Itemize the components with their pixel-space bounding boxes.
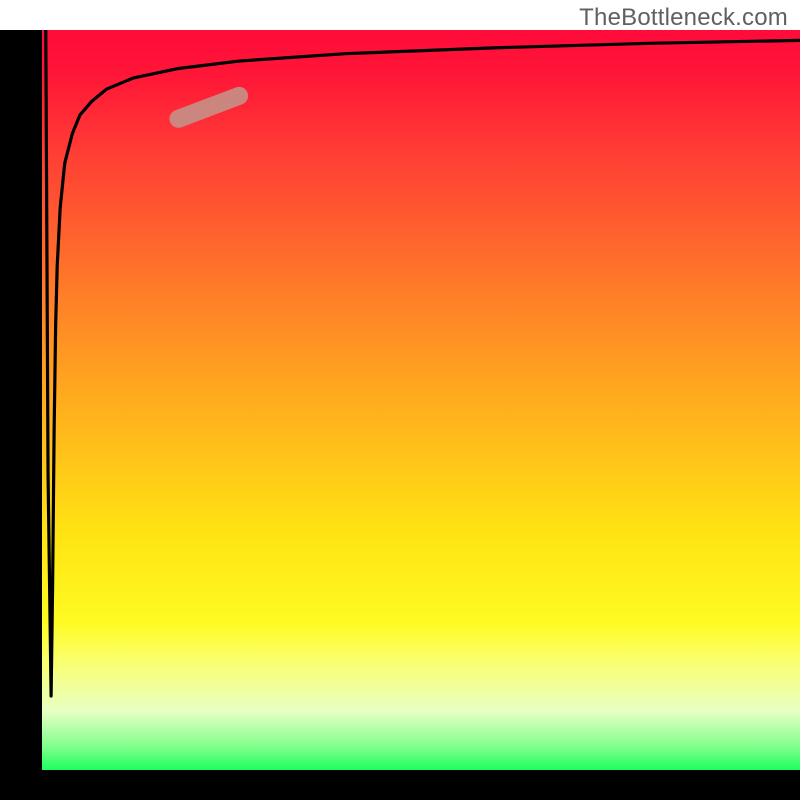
curve-svg: [42, 30, 800, 770]
highlight-marker: [178, 96, 239, 119]
plot-container: [0, 0, 800, 800]
x-axis-bar: [0, 770, 800, 800]
chart-frame: TheBottleneck.com: [0, 0, 800, 800]
plot-area: [42, 30, 800, 770]
y-axis-bar: [0, 30, 42, 770]
bottleneck-curve: [46, 30, 800, 696]
